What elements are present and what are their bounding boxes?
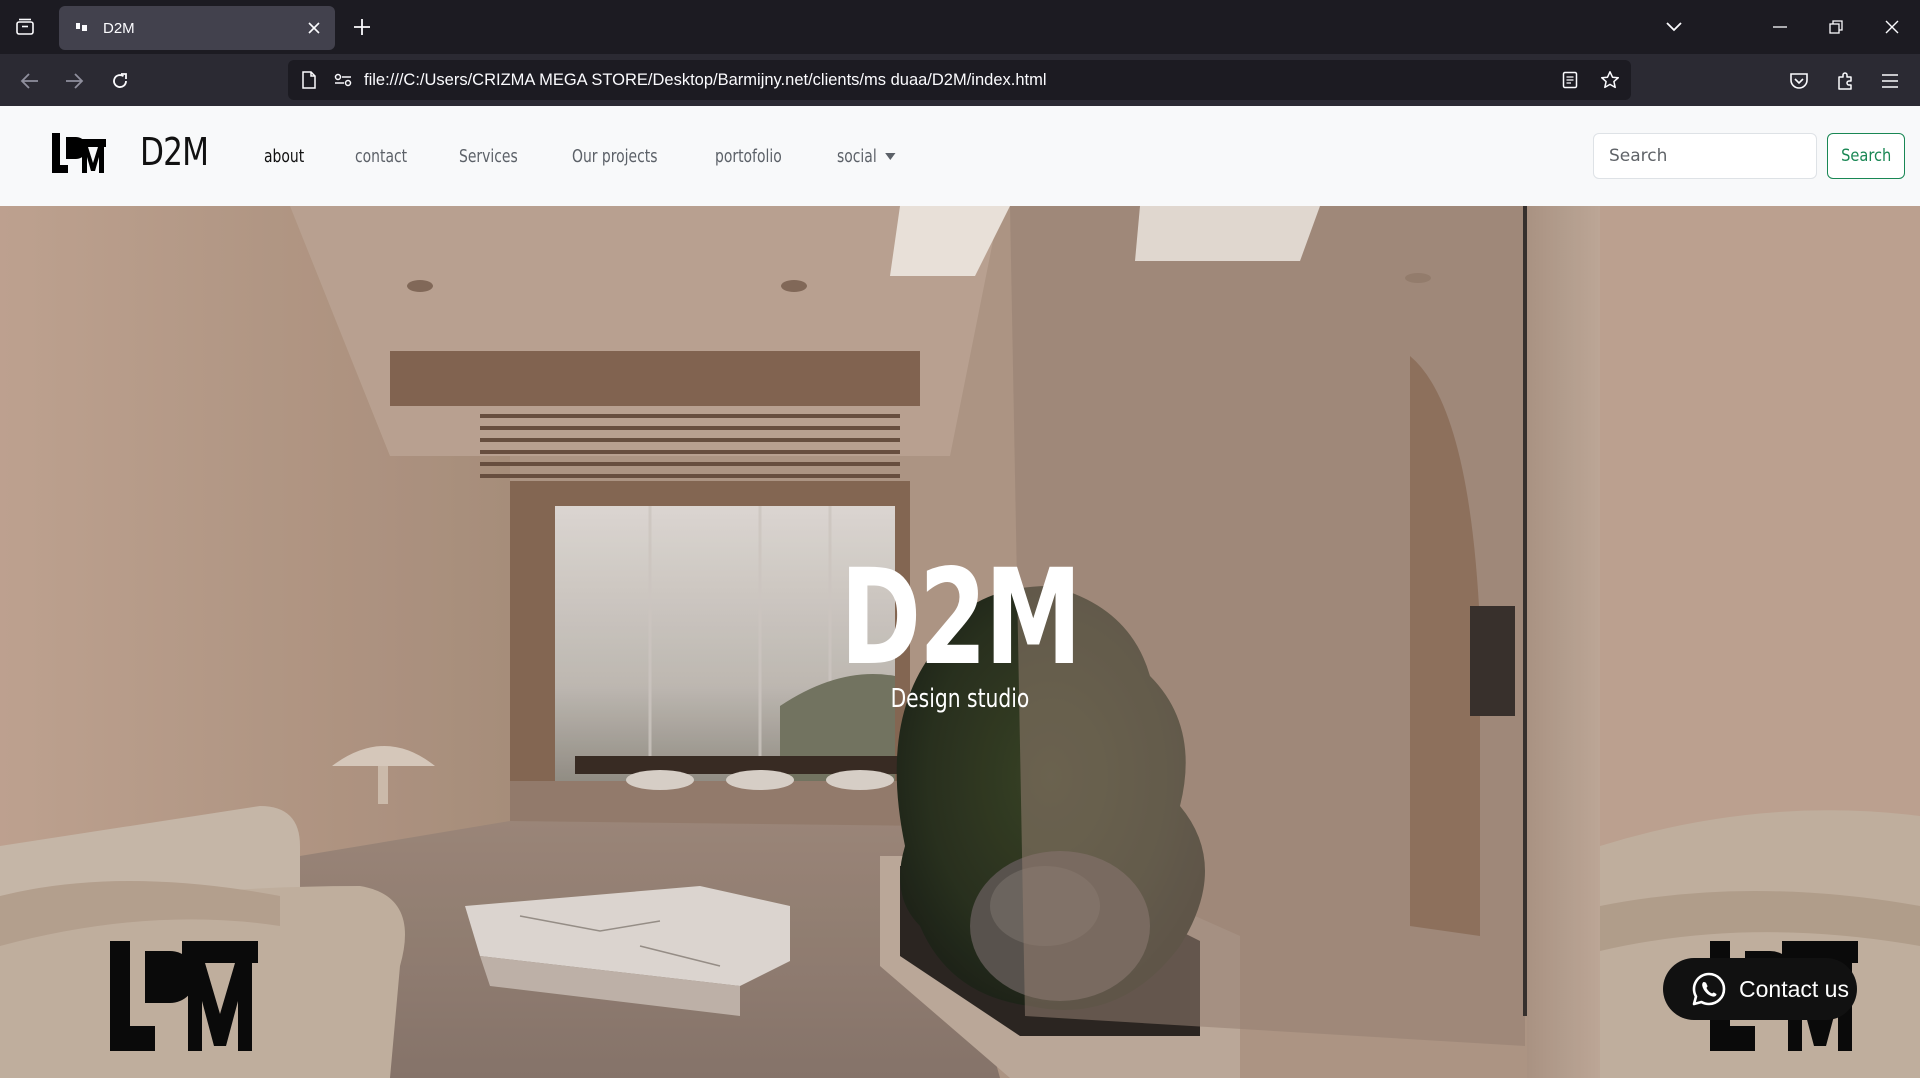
nav-dropdown-social-label: social — [836, 145, 877, 167]
pocket-icon[interactable] — [1781, 63, 1817, 99]
search-button-label: Search — [1840, 146, 1892, 166]
star-icon[interactable] — [1599, 69, 1621, 91]
whatsapp-icon — [1692, 972, 1726, 1006]
chevron-down-icon[interactable] — [1646, 0, 1702, 54]
url-text[interactable]: file:///C:/Users/CRIZMA MEGA STORE/Deskt… — [364, 71, 1559, 90]
nav-link-our-projects[interactable]: Our projects — [572, 146, 657, 167]
permissions-icon[interactable] — [332, 69, 354, 91]
caret-down-icon — [884, 153, 896, 160]
nav-link-portofolio[interactable]: portofolio — [715, 146, 782, 167]
extensions-icon[interactable] — [1827, 63, 1863, 99]
restore-icon[interactable] — [1808, 0, 1864, 54]
browser-tab-bar: D2M — [0, 0, 1920, 54]
forward-arrow-icon[interactable] — [56, 63, 92, 99]
main-menu: about contact Services Our projects port… — [264, 106, 949, 206]
address-bar[interactable]: file:///C:/Users/CRIZMA MEGA STORE/Deskt… — [288, 60, 1631, 100]
tab-title: D2M — [103, 19, 135, 37]
brand-logo[interactable] — [52, 133, 106, 177]
search-button[interactable]: Search — [1827, 133, 1905, 179]
search-input[interactable] — [1593, 133, 1817, 179]
hero-subtitle-text: Design studio — [890, 684, 1030, 714]
brand-name[interactable]: D2M — [140, 130, 209, 174]
hero-section: D2M Design studio — [0, 206, 1920, 1078]
back-arrow-icon[interactable] — [12, 63, 48, 99]
web-page: D2M about contact Services Our projects … — [0, 106, 1920, 1078]
nav-link-about[interactable]: about — [264, 146, 304, 167]
reader-view-icon[interactable] — [1559, 69, 1581, 91]
hero-title-text: D2M — [840, 541, 1082, 695]
nav-dropdown-social[interactable]: social — [837, 146, 896, 167]
close-icon[interactable] — [299, 13, 329, 43]
close-window-icon[interactable] — [1864, 0, 1920, 54]
hero-subtitle: Design studio — [0, 684, 1920, 714]
nav-link-services[interactable]: Services — [459, 146, 518, 167]
whatsapp-contact-button[interactable]: Contact us — [1663, 958, 1857, 1020]
menu-icon[interactable] — [1872, 63, 1908, 99]
hero-title: D2M — [0, 541, 1920, 695]
reload-icon[interactable] — [102, 63, 138, 99]
favicon-icon — [73, 19, 91, 37]
page-icon[interactable] — [298, 69, 320, 91]
tab-list-icon[interactable] — [10, 13, 40, 41]
browser-tab[interactable]: D2M — [59, 6, 335, 50]
plus-icon[interactable] — [347, 12, 377, 42]
minimize-icon[interactable] — [1752, 0, 1808, 54]
nav-link-contact[interactable]: contact — [355, 146, 407, 167]
site-navbar: D2M about contact Services Our projects … — [0, 106, 1920, 206]
contact-button-label: Contact us — [1739, 975, 1849, 1002]
